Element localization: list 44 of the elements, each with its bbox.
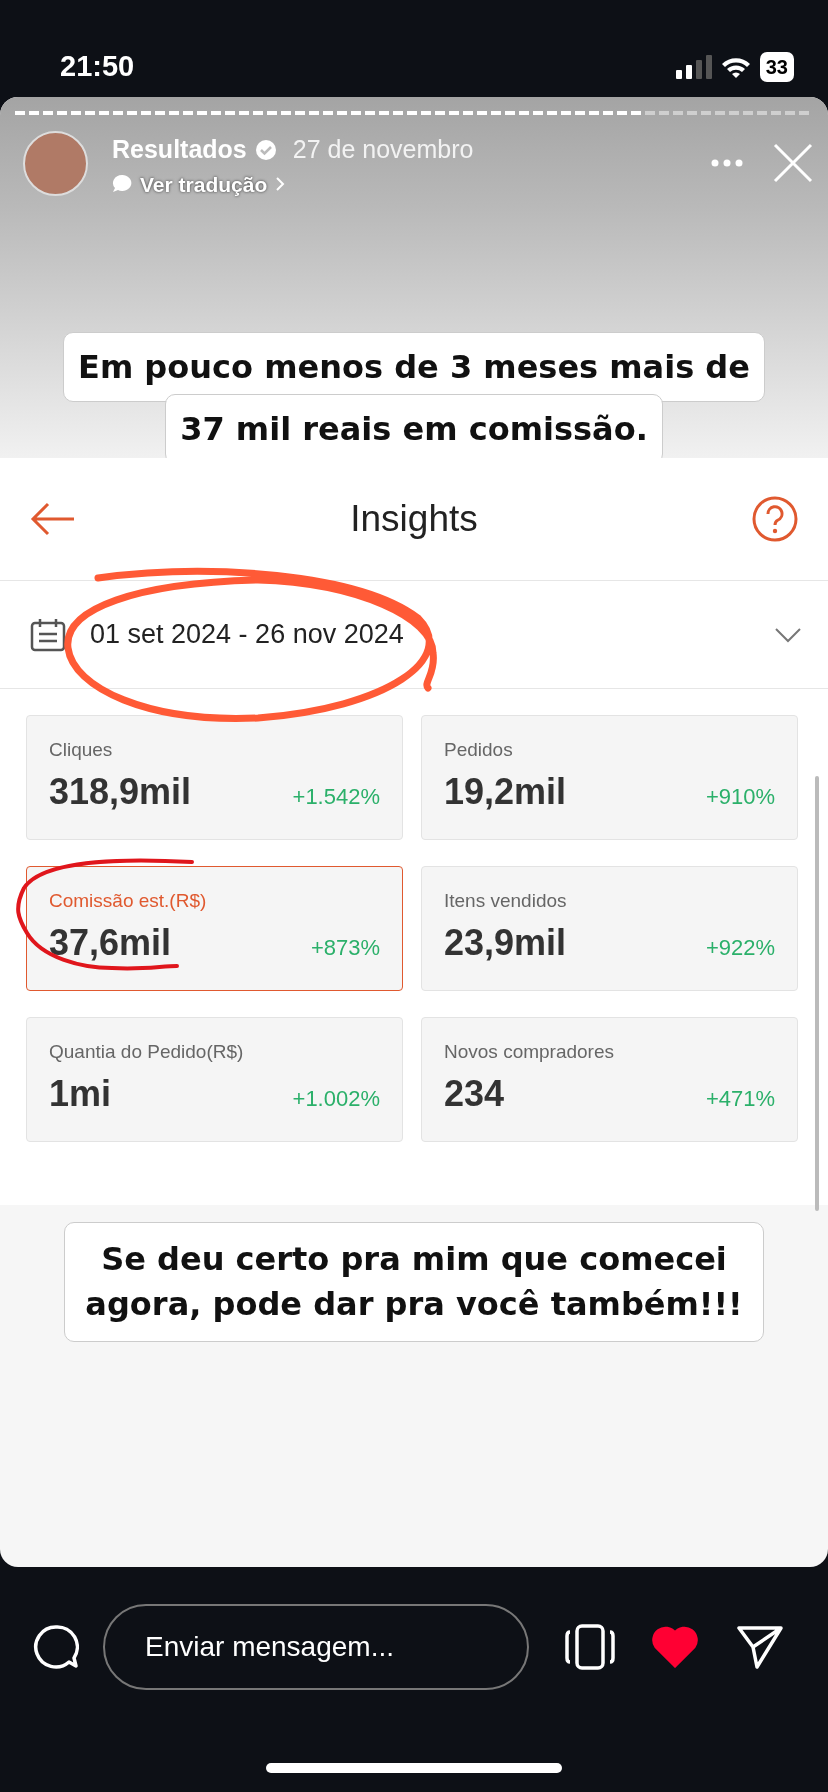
metric-value: 23,9mil xyxy=(444,920,567,965)
back-arrow-icon[interactable] xyxy=(30,502,76,536)
metric-label: Pedidos xyxy=(444,739,513,760)
metric-change: +873% xyxy=(310,933,380,962)
metric-value: 1mi xyxy=(49,1071,112,1116)
post-date: 27 de novembro xyxy=(292,134,474,165)
metric-change: +1.542% xyxy=(292,782,380,811)
verified-badge-icon xyxy=(254,138,277,161)
chevron-right-icon xyxy=(275,176,286,193)
battery-indicator: 33 xyxy=(759,51,794,82)
metric-change: +471% xyxy=(705,1084,775,1113)
signal-icon xyxy=(675,54,712,79)
metric-value: 318,9mil xyxy=(49,769,192,814)
metric-card[interactable]: Comissão est.(R$) 37,6mil +873% xyxy=(26,866,403,991)
metric-label: Quantia do Pedido(R$) xyxy=(49,1041,244,1062)
chat-icon[interactable] xyxy=(33,1624,79,1670)
caption-text: Se deu certo pra mim que comecei agora, pode dar pra você também!!! xyxy=(64,1222,764,1342)
phone-frame-icon[interactable] xyxy=(565,1624,615,1670)
send-icon[interactable] xyxy=(737,1625,783,1669)
calendar-icon xyxy=(30,617,66,652)
clock: 21:50 xyxy=(60,48,135,84)
metric-label: Novos compradores xyxy=(444,1041,615,1062)
metric-change: +922% xyxy=(705,933,775,962)
heart-icon[interactable] xyxy=(651,1626,699,1668)
metric-change: +910% xyxy=(705,782,775,811)
chevron-down-icon[interactable] xyxy=(774,626,802,643)
screen-title: Insights xyxy=(350,497,478,542)
metric-card[interactable]: Pedidos 19,2mil +910% xyxy=(421,715,798,840)
metric-label: Cliques xyxy=(49,739,113,760)
date-range-selector[interactable]: 01 set 2024 - 26 nov 2024 xyxy=(90,614,774,655)
metric-card[interactable]: Itens vendidos 23,9mil +922% xyxy=(421,866,798,991)
metric-card[interactable]: Quantia do Pedido(R$) 1mi +1.002% xyxy=(26,1017,403,1142)
metric-change: +1.002% xyxy=(292,1084,380,1113)
metric-label: Itens vendidos xyxy=(444,890,567,911)
metric-card[interactable]: Cliques 318,9mil +1.542% xyxy=(26,715,403,840)
metric-value: 19,2mil xyxy=(444,769,567,814)
speech-bubble-icon xyxy=(112,174,132,195)
help-icon[interactable] xyxy=(752,496,798,542)
metric-label: Comissão est.(R$) xyxy=(49,890,207,911)
metric-value: 234 xyxy=(444,1071,505,1116)
message-field[interactable]: Enviar mensagem... xyxy=(103,1604,529,1690)
metric-value: 37,6mil xyxy=(49,920,172,965)
metric-card[interactable]: Novos compradores 234 +471% xyxy=(421,1017,798,1142)
caption-text: Em pouco menos de 3 meses mais de xyxy=(63,332,765,402)
